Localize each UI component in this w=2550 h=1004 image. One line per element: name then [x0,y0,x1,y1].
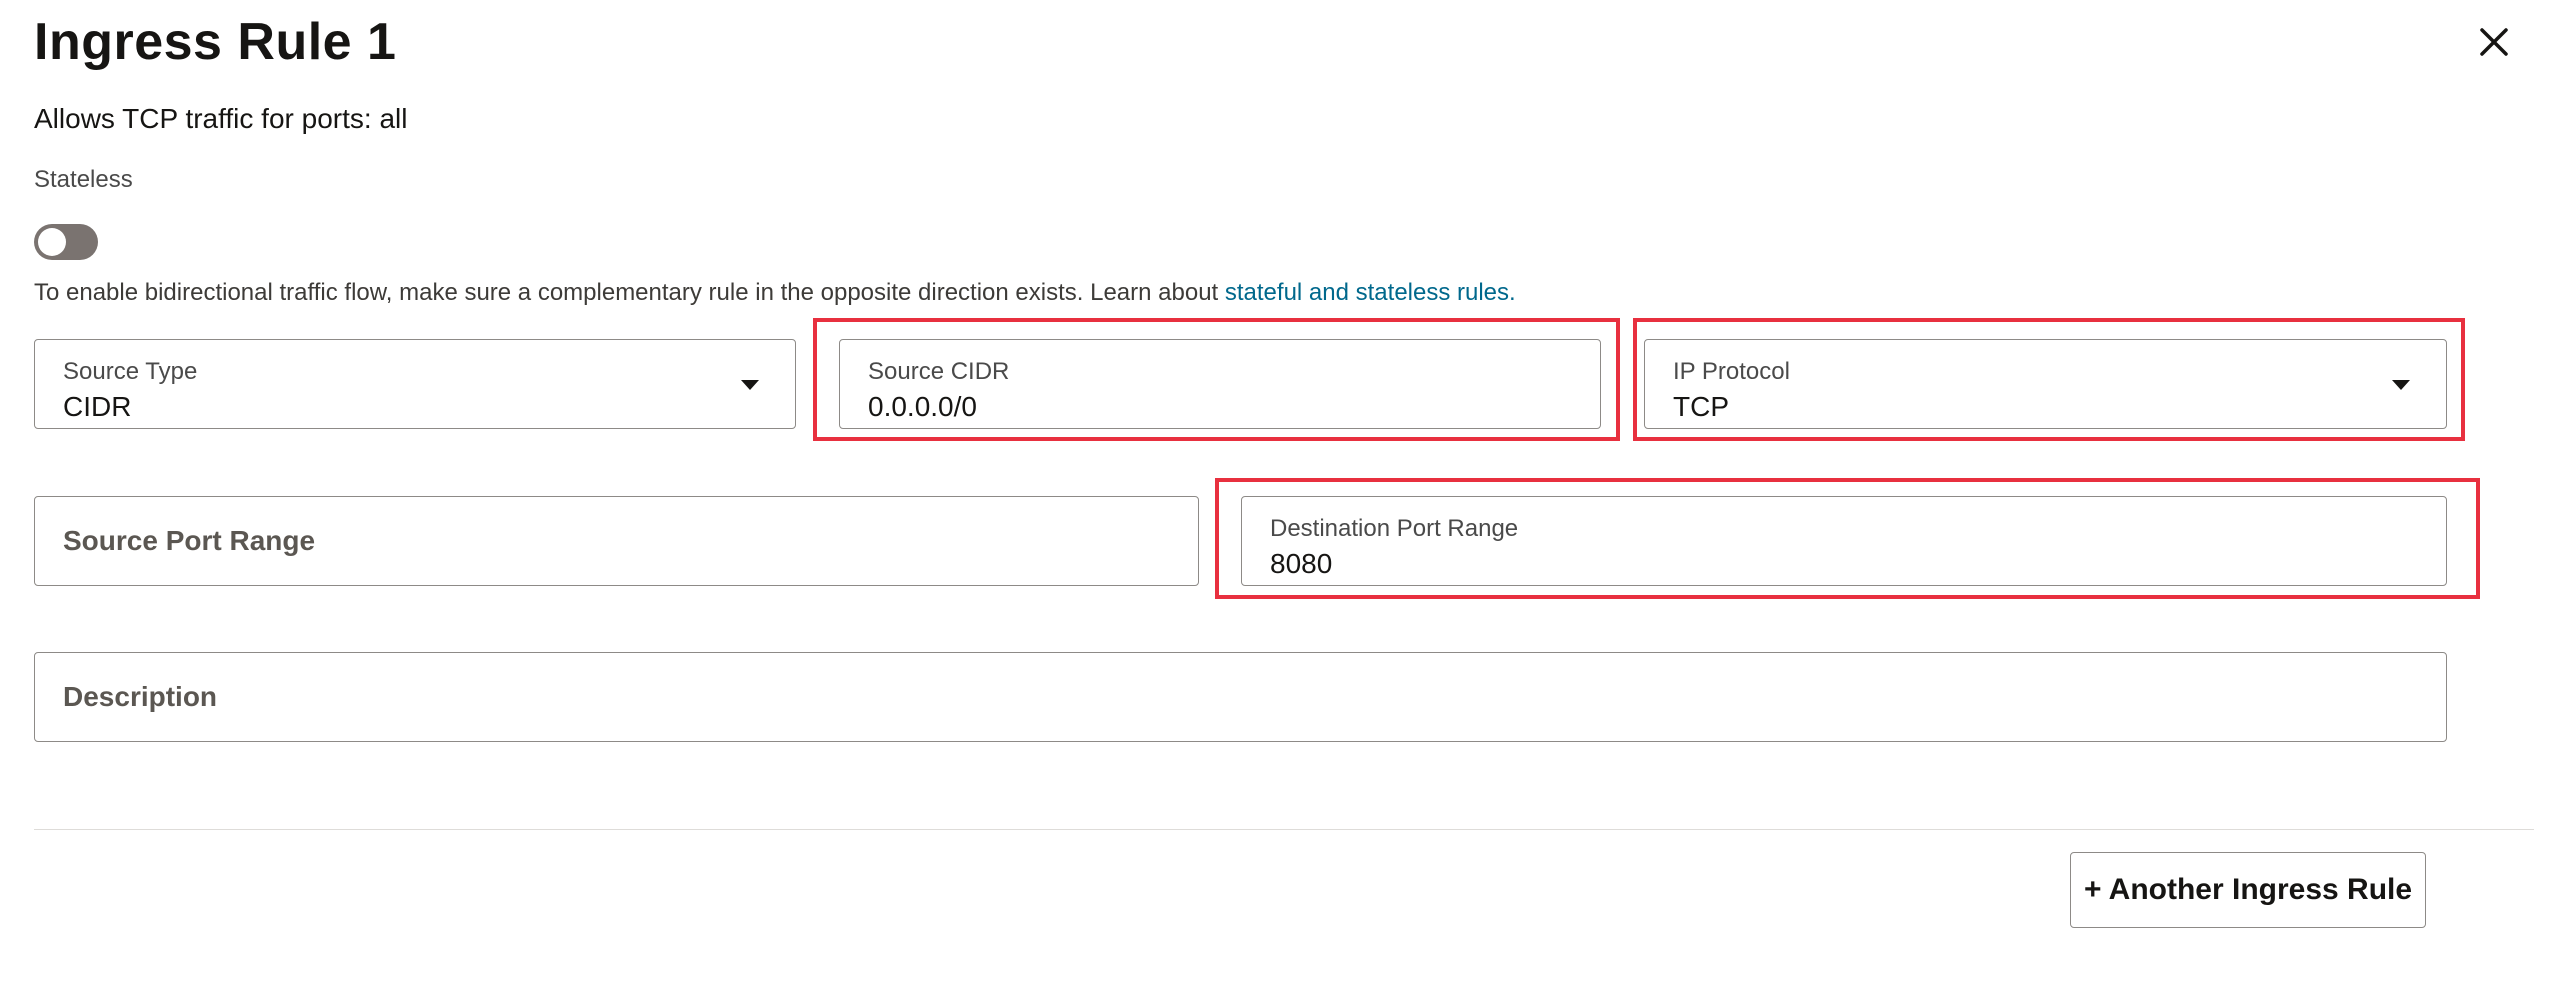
description-field[interactable]: Description [34,652,2447,742]
source-type-select[interactable]: Source Type CIDR [34,339,796,429]
ip-protocol-value: TCP [1673,391,1729,422]
source-cidr-label: Source CIDR [868,358,1010,385]
help-text: To enable bidirectional traffic flow, ma… [34,276,1516,310]
source-cidr-value: 0.0.0.0/0 [868,391,977,422]
destination-port-range-label: Destination Port Range [1270,515,1519,542]
rule-summary: Allows TCP traffic for ports: all [34,103,408,134]
toggle-knob [38,228,66,256]
source-port-range-field[interactable]: Source Port Range [34,496,1199,586]
add-another-ingress-rule-button[interactable]: + Another Ingress Rule [2070,852,2426,928]
source-type-label: Source Type [63,358,198,385]
help-text-body: To enable bidirectional traffic flow, ma… [34,279,1225,306]
ip-protocol-select[interactable]: IP Protocol TCP [1644,339,2447,429]
stateless-label: Stateless [34,166,133,193]
description-label: Description [63,681,218,712]
close-button[interactable] [2470,18,2518,66]
destination-port-range-field[interactable]: Destination Port Range 8080 [1241,496,2447,586]
close-icon [2480,28,2508,56]
chevron-down-icon [2392,380,2410,390]
dialog-title: Ingress Rule 1 [34,13,397,71]
destination-port-range-value: 8080 [1270,548,1333,579]
stateful-stateless-link[interactable]: stateful and stateless rules. [1225,279,1516,306]
source-port-range-label: Source Port Range [63,525,316,556]
stateless-toggle[interactable] [34,224,98,260]
divider [34,829,2534,830]
chevron-down-icon [741,380,759,390]
ip-protocol-label: IP Protocol [1673,358,1790,385]
source-cidr-field[interactable]: Source CIDR 0.0.0.0/0 [839,339,1601,429]
source-type-value: CIDR [63,391,132,422]
